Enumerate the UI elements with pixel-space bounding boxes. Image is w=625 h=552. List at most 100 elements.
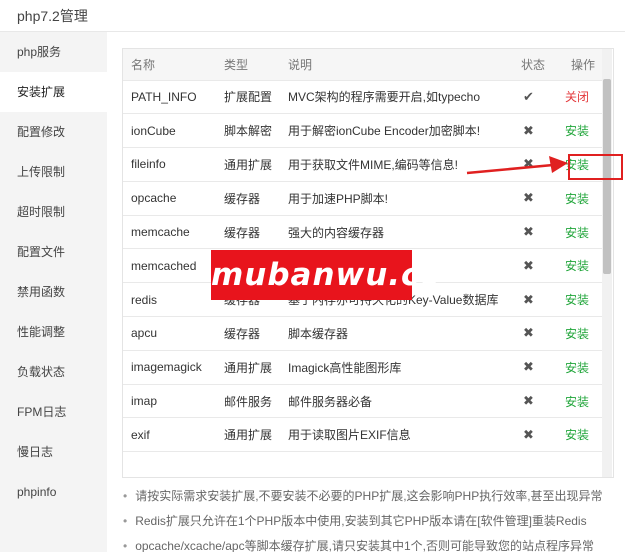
extension-status-icon: ✖ <box>513 147 563 182</box>
sidebar: php服务 安装扩展 配置修改 上传限制 超时限制 配置文件 禁用函数 性能调整… <box>0 32 107 552</box>
install-extension-button[interactable]: 安装 <box>565 192 589 206</box>
extension-description: 用于加速PHP脚本! <box>280 181 513 216</box>
extension-name: memcache <box>123 215 216 250</box>
sidebar-item-install-extensions[interactable]: 安装扩展 <box>0 72 107 112</box>
title-bar: php7.2管理 <box>0 0 625 32</box>
table-row: apcu 缓存器 脚本缓存器 ✖ 安装 <box>123 316 603 351</box>
watermark-logo: mubanwu.cc <box>211 250 439 300</box>
extension-name: memcached <box>123 248 216 284</box>
install-extension-button[interactable]: 安装 <box>565 259 589 273</box>
extension-description: 用于读取图片EXIF信息 <box>280 417 513 453</box>
sidebar-item-fpm-log[interactable]: FPM日志 <box>0 392 107 432</box>
extension-status-icon: ✖ <box>513 181 563 216</box>
sidebar-item-timeout-limit[interactable]: 超时限制 <box>0 192 107 232</box>
action-cell: 安装 <box>563 113 603 149</box>
extension-status-icon: ✖ <box>513 417 563 453</box>
sidebar-item-performance[interactable]: 性能调整 <box>0 312 107 352</box>
watermark-text: mubanwu.cc <box>211 257 440 293</box>
extension-type: 缓存器 <box>216 181 280 216</box>
extension-description: 用于解密ionCube Encoder加密脚本! <box>280 113 513 149</box>
column-header-name: 名称 <box>123 49 216 81</box>
extension-type: 脚本解密 <box>216 113 280 149</box>
notes-list: 请按实际需求安装扩展,不要安装不必要的PHP扩展,这会影响PHP执行效率,甚至出… <box>123 484 623 552</box>
table-row: memcache 缓存器 强大的内容缓存器 ✖ 安装 <box>123 215 603 250</box>
table-row: opcache 缓存器 用于加速PHP脚本! ✖ 安装 <box>123 181 603 216</box>
action-cell: 安装 <box>563 350 603 385</box>
extension-name: imagemagick <box>123 350 216 385</box>
install-extension-button[interactable]: 安装 <box>565 428 589 442</box>
extension-status-icon: ✖ <box>513 113 563 149</box>
column-header-description: 说明 <box>280 49 513 81</box>
extension-name: exif <box>123 417 216 453</box>
action-cell: 安装 <box>563 147 603 182</box>
extension-name: opcache <box>123 181 216 216</box>
install-extension-button[interactable]: 安装 <box>565 158 589 172</box>
table-row: imagemagick 通用扩展 Imagick高性能图形库 ✖ 安装 <box>123 350 603 385</box>
table-scrollbar[interactable] <box>602 49 612 477</box>
extension-status-icon: ✖ <box>513 282 563 318</box>
extension-type: 缓存器 <box>216 316 280 351</box>
action-cell: 安装 <box>563 316 603 351</box>
extension-type: 扩展配置 <box>216 80 280 115</box>
extension-description: MVC架构的程序需要开启,如typecho <box>280 80 513 115</box>
extension-name: ionCube <box>123 113 216 149</box>
table-row: exif 通用扩展 用于读取图片EXIF信息 ✖ 安装 <box>123 417 603 453</box>
extension-status-icon: ✖ <box>513 350 563 385</box>
extension-status-icon: ✖ <box>513 384 563 419</box>
extension-type: 通用扩展 <box>216 350 280 385</box>
table-row: PATH_INFO 扩展配置 MVC架构的程序需要开启,如typecho ✔ 关闭 <box>123 80 603 115</box>
extension-name: redis <box>123 282 216 318</box>
close-extension-button[interactable]: 关闭 <box>565 90 589 104</box>
install-extension-button[interactable]: 安装 <box>565 124 589 138</box>
column-header-action: 操作 <box>563 49 603 81</box>
extension-type: 通用扩展 <box>216 417 280 453</box>
action-cell: 安装 <box>563 181 603 216</box>
install-extension-button[interactable]: 安装 <box>565 361 589 375</box>
extension-description: 邮件服务器必备 <box>280 384 513 419</box>
note-item: Redis扩展只允许在1个PHP版本中使用,安装到其它PHP版本请在[软件管理]… <box>123 509 623 534</box>
table-row: fileinfo 通用扩展 用于获取文件MIME,编码等信息! ✖ 安装 <box>123 147 603 182</box>
action-cell: 安装 <box>563 417 603 453</box>
install-extension-button[interactable]: 安装 <box>565 395 589 409</box>
install-extension-button[interactable]: 安装 <box>565 327 589 341</box>
sidebar-item-slow-log[interactable]: 慢日志 <box>0 432 107 472</box>
extension-description: Imagick高性能图形库 <box>280 350 513 385</box>
sidebar-item-phpinfo[interactable]: phpinfo <box>0 472 107 512</box>
sidebar-item-load-status[interactable]: 负载状态 <box>0 352 107 392</box>
action-cell: 安装 <box>563 282 603 318</box>
table-header-row: 名称 类型 说明 状态 操作 <box>123 49 603 81</box>
install-extension-button[interactable]: 安装 <box>565 293 589 307</box>
note-item: 请按实际需求安装扩展,不要安装不必要的PHP扩展,这会影响PHP执行效率,甚至出… <box>123 484 623 509</box>
extension-description: 脚本缓存器 <box>280 316 513 351</box>
extension-status-icon: ✔ <box>513 80 563 115</box>
column-header-type: 类型 <box>216 49 280 81</box>
column-header-status: 状态 <box>513 49 563 81</box>
sidebar-item-disabled-functions[interactable]: 禁用函数 <box>0 272 107 312</box>
action-cell: 关闭 <box>563 80 603 115</box>
extension-description: 强大的内容缓存器 <box>280 215 513 250</box>
install-extension-button[interactable]: 安装 <box>565 226 589 240</box>
extension-status-icon: ✖ <box>513 316 563 351</box>
extension-type: 通用扩展 <box>216 147 280 182</box>
extension-name: PATH_INFO <box>123 80 216 115</box>
extension-name: imap <box>123 384 216 419</box>
action-cell: 安装 <box>563 248 603 284</box>
extension-name: apcu <box>123 316 216 351</box>
window-title: php7.2管理 <box>17 8 88 24</box>
table-row: ionCube 脚本解密 用于解密ionCube Encoder加密脚本! ✖ 安装 <box>123 113 603 149</box>
scrollbar-thumb[interactable] <box>603 79 611 274</box>
sidebar-item-config-edit[interactable]: 配置修改 <box>0 112 107 152</box>
extension-status-icon: ✖ <box>513 248 563 284</box>
extension-type: 邮件服务 <box>216 384 280 419</box>
sidebar-item-php-service[interactable]: php服务 <box>0 32 107 72</box>
note-item: opcache/xcache/apc等脚本缓存扩展,请只安装其中1个,否则可能导… <box>123 534 623 552</box>
sidebar-item-upload-limit[interactable]: 上传限制 <box>0 152 107 192</box>
extension-name: fileinfo <box>123 147 216 182</box>
sidebar-item-config-file[interactable]: 配置文件 <box>0 232 107 272</box>
action-cell: 安装 <box>563 384 603 419</box>
extension-status-icon: ✖ <box>513 215 563 250</box>
extension-description: 用于获取文件MIME,编码等信息! <box>280 147 513 182</box>
table-row: imap 邮件服务 邮件服务器必备 ✖ 安装 <box>123 384 603 419</box>
extension-type: 缓存器 <box>216 215 280 250</box>
action-cell: 安装 <box>563 215 603 250</box>
